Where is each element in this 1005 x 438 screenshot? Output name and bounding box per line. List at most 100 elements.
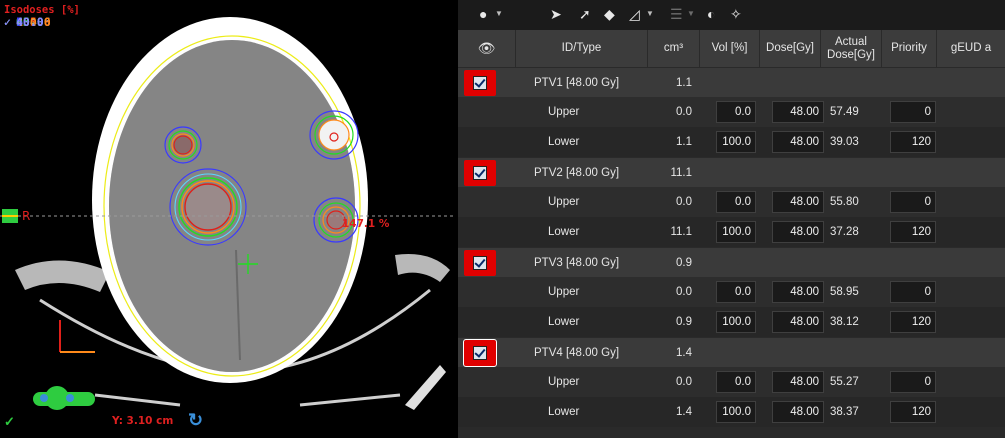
vol-pct-input[interactable]: 0.0	[716, 281, 756, 303]
diamond-icon[interactable]: ◆	[604, 6, 615, 22]
structure-row[interactable]: PTV2 [48.00 Gy] 11.1	[458, 157, 1005, 187]
dose-input[interactable]: 48.00	[772, 281, 824, 303]
constraint-row[interactable]: Lower 0.9 100.0 48.00 38.12 120	[458, 307, 1005, 337]
visibility-toggle[interactable]	[464, 70, 496, 96]
dose-column-header[interactable]: Dose[Gy]	[760, 30, 821, 67]
structure-name: PTV1 [48.00 Gy]	[534, 77, 620, 89]
constraint-type: Upper	[548, 376, 580, 388]
head-support-right	[395, 254, 450, 282]
dose-input[interactable]: 48.00	[772, 311, 824, 333]
dose-input[interactable]: 48.00	[772, 401, 824, 423]
plan-selector-caret-icon[interactable]: ▼	[495, 9, 503, 18]
constraint-row[interactable]: Upper 0.0 0.0 48.00 57.49 0	[458, 97, 1005, 127]
actual-dose-value: 39.03	[830, 136, 859, 148]
checkbox-icon[interactable]	[473, 76, 487, 90]
actual-dose-column-header[interactable]: Actual Dose[Gy]	[821, 30, 882, 67]
scissors-icon[interactable]: ✧	[730, 6, 742, 22]
ct-viewer[interactable]: Isodoses [%] ✓ 134.6 ✓ 105.0 ✓ 100.0 ✓ 95.0 ✓ 90.…	[0, 0, 455, 438]
actual-dose-value: 57.49	[830, 106, 859, 118]
constraint-type: Lower	[548, 406, 580, 418]
dose-input[interactable]: 48.00	[772, 191, 824, 213]
patient-orientation-icon	[33, 386, 95, 410]
vol-pct-input[interactable]: 0.0	[716, 371, 756, 393]
priority-input[interactable]: 120	[890, 221, 936, 243]
checkbox-icon[interactable]	[473, 256, 487, 270]
plan-selector-icon[interactable]: ●	[479, 6, 487, 22]
priority-input[interactable]: 120	[890, 311, 936, 333]
structure-volume: 1.4	[676, 347, 692, 359]
beam-icon[interactable]: ☰	[670, 6, 683, 22]
check-icon[interactable]: ✓	[4, 414, 15, 430]
actual-dose-value: 55.27	[830, 376, 859, 388]
priority-input[interactable]: 0	[890, 371, 936, 393]
arrow-right-icon[interactable]: ➤	[550, 6, 562, 22]
visibility-toggle[interactable]	[463, 339, 497, 367]
actual-dose-value: 38.37	[830, 406, 859, 418]
vol-pct-column-header[interactable]: Vol [%]	[700, 30, 760, 67]
constraint-volume: 0.0	[676, 286, 692, 298]
volume-column-header[interactable]: cm³	[648, 30, 700, 67]
isodose-check-icon[interactable]: ✓	[4, 16, 16, 29]
vol-pct-input[interactable]: 0.0	[716, 101, 756, 123]
structure-row[interactable]: PTV3 [48.00 Gy] 0.9	[458, 247, 1005, 277]
constraint-volume: 0.0	[676, 196, 692, 208]
couch-bracket	[405, 365, 446, 410]
id-type-column-header[interactable]: ID/Type	[516, 30, 648, 67]
constraint-volume: 0.0	[676, 106, 692, 118]
sphere-icon[interactable]: ◐	[707, 6, 715, 22]
structure-row[interactable]: PTV1 [48.00 Gy] 1.1	[458, 67, 1005, 97]
eye-icon: 👁	[477, 40, 496, 56]
constraint-volume: 0.9	[676, 316, 692, 328]
geud-column-header[interactable]: gEUD a	[937, 30, 1005, 67]
chart-caret-icon[interactable]: ▼	[646, 9, 654, 18]
constraint-row[interactable]: Upper 0.0 0.0 48.00 58.95 0	[458, 277, 1005, 307]
arrow-up-right-icon[interactable]: ➚	[579, 6, 591, 22]
visibility-toggle[interactable]	[464, 250, 496, 276]
dose-input[interactable]: 48.00	[772, 221, 824, 243]
actual-dose-value: 37.28	[830, 226, 859, 238]
isodose-legend: Isodoses [%] ✓ 134.6 ✓ 105.0 ✓ 100.0 ✓ 95.0 ✓ 90.…	[4, 4, 80, 29]
constraint-row[interactable]: Upper 0.0 0.0 48.00 55.27 0	[458, 367, 1005, 397]
vol-pct-input[interactable]: 100.0	[716, 131, 756, 153]
vol-pct-input[interactable]: 100.0	[716, 221, 756, 243]
actual-dose-value: 55.80	[830, 196, 859, 208]
constraint-row[interactable]: Upper 0.0 0.0 48.00 55.80 0	[458, 187, 1005, 217]
constraint-type: Lower	[548, 316, 580, 328]
isodose-value: 40.0	[16, 15, 44, 30]
constraint-type: Upper	[548, 106, 580, 118]
priority-input[interactable]: 0	[890, 281, 936, 303]
isodose-item[interactable]: ✓ 40.0	[4, 16, 455, 46]
constraint-row[interactable]: Lower 1.4 100.0 48.00 38.37 120	[458, 397, 1005, 427]
dose-input[interactable]: 48.00	[772, 371, 824, 393]
priority-input[interactable]: 0	[890, 191, 936, 213]
priority-input[interactable]: 120	[890, 401, 936, 423]
constraint-type: Lower	[548, 136, 580, 148]
visibility-toggle[interactable]	[464, 160, 496, 186]
beam-caret-icon[interactable]: ▼	[687, 9, 695, 18]
structure-name: PTV4 [48.00 Gy]	[534, 347, 620, 359]
vol-pct-input[interactable]: 100.0	[716, 311, 756, 333]
priority-input[interactable]: 0	[890, 101, 936, 123]
vol-pct-input[interactable]: 100.0	[716, 401, 756, 423]
checkbox-icon[interactable]	[473, 166, 487, 180]
priority-input[interactable]: 120	[890, 131, 936, 153]
vol-pct-input[interactable]: 0.0	[716, 191, 756, 213]
constraint-volume: 1.1	[676, 136, 692, 148]
structure-volume: 1.1	[676, 77, 692, 89]
sync-icon[interactable]: ↻	[188, 410, 203, 431]
structure-name: PTV2 [48.00 Gy]	[534, 167, 620, 179]
actual-dose-value: 38.12	[830, 316, 859, 328]
dose-input[interactable]: 48.00	[772, 131, 824, 153]
checkbox-icon[interactable]	[473, 346, 487, 360]
priority-column-header[interactable]: Priority	[882, 30, 937, 67]
constraint-row[interactable]: Lower 1.1 100.0 48.00 39.03 120	[458, 127, 1005, 157]
dose-input[interactable]: 48.00	[772, 101, 824, 123]
table-header: 👁 ID/Type cm³ Vol [%] Dose[Gy] Actual Do…	[458, 30, 1005, 67]
head-support-left	[15, 260, 110, 292]
constraint-row[interactable]: Lower 11.1 100.0 48.00 37.28 120	[458, 217, 1005, 247]
structure-row[interactable]: PTV4 [48.00 Gy] 1.4	[458, 337, 1005, 367]
structure-volume: 0.9	[676, 257, 692, 269]
chart-icon[interactable]: ◿	[629, 6, 640, 22]
visibility-column-header[interactable]: 👁	[458, 30, 516, 67]
dose-constraints-panel: ● ▼ ➤ ➚ ◆ ◿ ▼ ☰ ▼ ◐ ✧ 👁 ID/Type cm³ Vol …	[458, 0, 1005, 438]
